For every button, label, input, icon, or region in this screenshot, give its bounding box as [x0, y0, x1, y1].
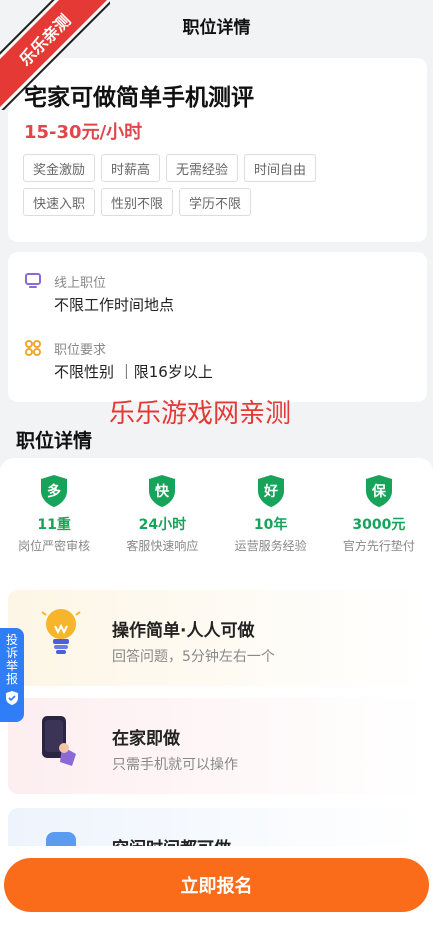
- grid-icon: [25, 340, 41, 356]
- location-value: 不限工作时间地点: [54, 296, 175, 314]
- details-card: 多 11重 岗位严密审核 快 24小时 客服快速响应 好 10年 运营服务经验 …: [0, 458, 433, 878]
- feature-home: 在家即做 只需手机就可以操作: [8, 698, 425, 794]
- badge-label: 运营服务经验: [234, 539, 307, 553]
- feature-title: 在家即做: [112, 729, 180, 749]
- feature-easy: 操作简单·人人可做 回答问题，5分钟左右一个: [8, 590, 425, 686]
- shield-icon: 快: [149, 475, 176, 507]
- badge-icon-char: 保: [371, 483, 387, 500]
- badge-value: 10年: [253, 517, 288, 533]
- job-tag: 时薪高: [101, 154, 161, 182]
- center-watermark: 乐乐游戏网亲测: [109, 399, 292, 429]
- lightbulb-icon: [41, 609, 81, 654]
- report-label: 投诉举报: [5, 633, 18, 686]
- badge-label: 客服快速响应: [126, 539, 199, 553]
- badge-experience: 好 10年 运营服务经验: [217, 474, 325, 554]
- shield-check-icon: [6, 691, 18, 705]
- page-title: 职位详情: [182, 17, 251, 38]
- job-tag: 学历不限: [179, 188, 252, 216]
- badge-value: 3000元: [352, 517, 406, 533]
- badge-label: 岗位严密审核: [18, 539, 91, 553]
- corner-watermark: 乐乐亲测: [0, 0, 110, 110]
- badge-icon-char: 快: [155, 483, 170, 500]
- job-tags: 奖金激励 时薪高 无需经验 时间自由 快速入职 性别不限 学历不限: [23, 154, 353, 216]
- job-tag: 无需经验: [166, 154, 239, 182]
- corner-watermark-text: 乐乐亲测: [15, 10, 75, 70]
- guarantee-badges: 多 11重 岗位严密审核 快 24小时 客服快速响应 好 10年 运营服务经验 …: [0, 474, 433, 554]
- job-tag: 性别不限: [101, 188, 174, 216]
- monitor-icon: [25, 273, 41, 288]
- job-tag: 快速入职: [23, 188, 96, 216]
- job-tag: 时间自由: [244, 154, 317, 182]
- shield-icon: 好: [257, 475, 284, 507]
- badge-value: 24小时: [138, 517, 187, 533]
- details-section-title: 职位详情: [16, 430, 93, 452]
- shield-icon: 多: [41, 475, 68, 507]
- job-tag: 奖金激励: [23, 154, 96, 182]
- requirement-label: 职位要求: [54, 343, 107, 358]
- feature-title: 操作简单·人人可做: [112, 621, 255, 641]
- feature-subtitle: 回答问题，5分钟左右一个: [112, 649, 275, 665]
- phone-hand-icon: [42, 716, 76, 766]
- requirement-value: 不限性别 ｜限16岁以上: [54, 363, 213, 381]
- badge-icon-char: 多: [47, 483, 61, 500]
- job-info-card: 线上职位 不限工作时间地点 职位要求 不限性别 ｜限16岁以上: [8, 252, 427, 402]
- location-label: 线上职位: [54, 276, 107, 291]
- feature-subtitle: 只需手机就可以操作: [112, 757, 238, 773]
- apply-button[interactable]: 立即报名: [4, 858, 429, 912]
- salary: 15-30元/小时: [24, 122, 143, 143]
- badge-audit: 多 11重 岗位严密审核: [0, 474, 108, 554]
- badge-icon-char: 好: [263, 483, 278, 500]
- shield-icon: 保: [365, 475, 392, 507]
- badge-response: 快 24小时 客服快速响应: [108, 474, 216, 554]
- badge-value: 11重: [37, 517, 71, 533]
- badge-label: 官方先行垫付: [342, 539, 415, 553]
- badge-guarantee: 保 3000元 官方先行垫付: [325, 474, 433, 554]
- bottom-action-bar: 立即报名: [0, 846, 433, 926]
- report-tab[interactable]: 投诉举报: [0, 628, 24, 722]
